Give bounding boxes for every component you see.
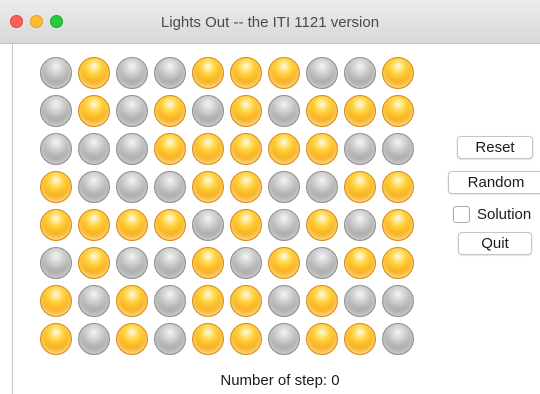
light-r5-c5[interactable]	[230, 247, 262, 279]
light-r0-c8[interactable]	[344, 57, 376, 89]
light-r0-c2[interactable]	[116, 57, 148, 89]
light-r1-c5[interactable]	[230, 95, 262, 127]
light-r2-c1[interactable]	[78, 133, 110, 165]
light-r2-c5[interactable]	[230, 133, 262, 165]
light-r4-c0[interactable]	[40, 209, 72, 241]
light-r7-c9[interactable]	[382, 323, 414, 355]
light-r7-c4[interactable]	[192, 323, 224, 355]
light-r0-c1[interactable]	[78, 57, 110, 89]
light-r0-c6[interactable]	[268, 57, 300, 89]
light-r2-c6[interactable]	[268, 133, 300, 165]
light-r0-c9[interactable]	[382, 57, 414, 89]
light-r2-c7[interactable]	[306, 133, 338, 165]
light-r0-c3[interactable]	[154, 57, 186, 89]
light-r4-c1[interactable]	[78, 209, 110, 241]
light-r6-c8[interactable]	[344, 285, 376, 317]
window-title: Lights Out -- the ITI 1121 version	[160, 14, 380, 31]
light-r1-c8[interactable]	[344, 95, 376, 127]
light-r5-c6[interactable]	[268, 247, 300, 279]
solution-checkbox[interactable]	[453, 206, 470, 223]
light-r2-c9[interactable]	[382, 133, 414, 165]
light-r0-c0[interactable]	[40, 57, 72, 89]
light-r3-c5[interactable]	[230, 171, 262, 203]
light-r5-c1[interactable]	[78, 247, 110, 279]
light-r4-c7[interactable]	[306, 209, 338, 241]
light-r7-c6[interactable]	[268, 323, 300, 355]
light-r7-c5[interactable]	[230, 323, 262, 355]
light-r2-c8[interactable]	[344, 133, 376, 165]
light-r6-c1[interactable]	[78, 285, 110, 317]
light-r4-c6[interactable]	[268, 209, 300, 241]
light-r3-c9[interactable]	[382, 171, 414, 203]
light-r1-c4[interactable]	[192, 95, 224, 127]
light-r3-c1[interactable]	[78, 171, 110, 203]
light-r4-c2[interactable]	[116, 209, 148, 241]
light-r6-c3[interactable]	[154, 285, 186, 317]
quit-button[interactable]: Quit	[458, 232, 532, 255]
light-r1-c1[interactable]	[78, 95, 110, 127]
window-edge	[12, 44, 13, 394]
light-r0-c4[interactable]	[192, 57, 224, 89]
light-r2-c3[interactable]	[154, 133, 186, 165]
light-r5-c9[interactable]	[382, 247, 414, 279]
title-bar: Lights Out -- the ITI 1121 version	[0, 0, 540, 44]
light-r7-c7[interactable]	[306, 323, 338, 355]
light-r1-c9[interactable]	[382, 95, 414, 127]
light-r6-c5[interactable]	[230, 285, 262, 317]
light-r6-c4[interactable]	[192, 285, 224, 317]
light-r1-c2[interactable]	[116, 95, 148, 127]
light-r3-c3[interactable]	[154, 171, 186, 203]
light-r1-c6[interactable]	[268, 95, 300, 127]
random-button[interactable]: Random	[448, 171, 540, 194]
light-r6-c2[interactable]	[116, 285, 148, 317]
light-r6-c9[interactable]	[382, 285, 414, 317]
light-r3-c2[interactable]	[116, 171, 148, 203]
light-r0-c7[interactable]	[306, 57, 338, 89]
light-r2-c0[interactable]	[40, 133, 72, 165]
light-r4-c9[interactable]	[382, 209, 414, 241]
light-r3-c8[interactable]	[344, 171, 376, 203]
light-r4-c8[interactable]	[344, 209, 376, 241]
light-r4-c4[interactable]	[192, 209, 224, 241]
light-r1-c7[interactable]	[306, 95, 338, 127]
light-r5-c8[interactable]	[344, 247, 376, 279]
light-r5-c0[interactable]	[40, 247, 72, 279]
lights-board	[40, 57, 420, 361]
reset-button[interactable]: Reset	[457, 136, 533, 159]
light-r4-c5[interactable]	[230, 209, 262, 241]
light-r3-c4[interactable]	[192, 171, 224, 203]
light-r7-c1[interactable]	[78, 323, 110, 355]
light-r7-c0[interactable]	[40, 323, 72, 355]
light-r3-c7[interactable]	[306, 171, 338, 203]
light-r0-c5[interactable]	[230, 57, 262, 89]
light-r3-c6[interactable]	[268, 171, 300, 203]
step-counter: Number of step: 0	[220, 372, 340, 389]
light-r3-c0[interactable]	[40, 171, 72, 203]
light-r1-c0[interactable]	[40, 95, 72, 127]
light-r6-c7[interactable]	[306, 285, 338, 317]
light-r2-c4[interactable]	[192, 133, 224, 165]
light-r5-c4[interactable]	[192, 247, 224, 279]
light-r7-c3[interactable]	[154, 323, 186, 355]
light-r7-c2[interactable]	[116, 323, 148, 355]
light-r5-c7[interactable]	[306, 247, 338, 279]
solution-label: Solution	[477, 206, 532, 223]
light-r5-c3[interactable]	[154, 247, 186, 279]
light-r6-c0[interactable]	[40, 285, 72, 317]
light-r5-c2[interactable]	[116, 247, 148, 279]
light-r6-c6[interactable]	[268, 285, 300, 317]
light-r1-c3[interactable]	[154, 95, 186, 127]
light-r4-c3[interactable]	[154, 209, 186, 241]
light-r7-c8[interactable]	[344, 323, 376, 355]
light-r2-c2[interactable]	[116, 133, 148, 165]
